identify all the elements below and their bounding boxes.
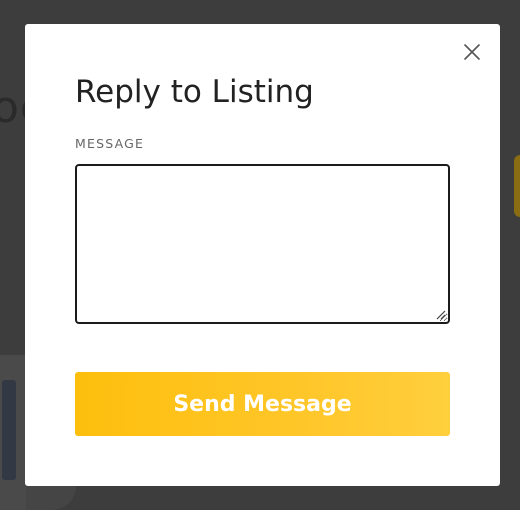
background-photo-corner bbox=[26, 486, 76, 510]
close-icon bbox=[464, 44, 480, 60]
background-accent-button bbox=[514, 155, 520, 217]
message-label: MESSAGE bbox=[75, 136, 145, 151]
close-button[interactable] bbox=[460, 40, 484, 64]
modal-title: Reply to Listing bbox=[75, 74, 314, 110]
background-photo bbox=[0, 355, 26, 510]
reply-modal: Reply to Listing MESSAGE Send Message bbox=[25, 24, 500, 486]
message-textarea[interactable] bbox=[75, 164, 450, 324]
send-message-button[interactable]: Send Message bbox=[75, 372, 450, 436]
